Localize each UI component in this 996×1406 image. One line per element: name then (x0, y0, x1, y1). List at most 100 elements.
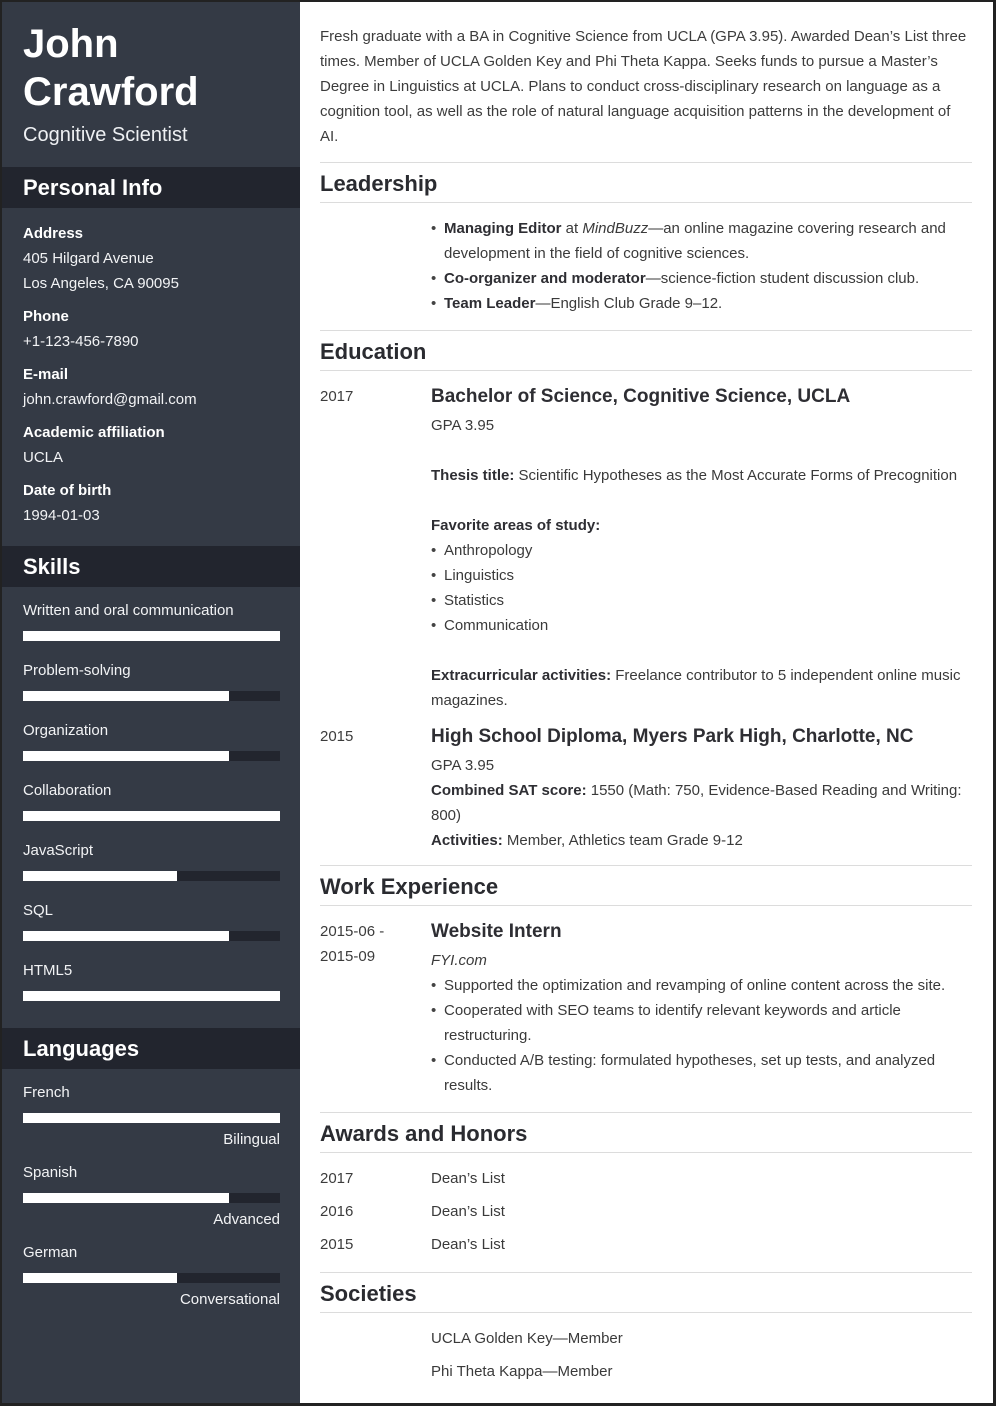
language-name: German (23, 1244, 78, 1261)
awards-section: Awards and Honors 2017 Dean’s List 2016 Dea… (320, 1112, 972, 1272)
skill-item: HTML5 (23, 958, 282, 1001)
language-bar-fill (23, 1113, 280, 1123)
activities-label: Activities: (431, 832, 503, 849)
personal-info: Address 405 Hilgard Avenue Los Angeles, … (2, 208, 300, 546)
field-label: Address (23, 225, 84, 242)
language-bar-fill (23, 1193, 229, 1203)
languages-list: French Bilingual Spanish Advanced German Conv… (2, 1069, 300, 1330)
award-item: 2016 Dean’s List (320, 1199, 972, 1224)
field-value: +1-123-456-7890 (23, 333, 139, 350)
resume-page: John Crawford Cognitive Scientist Person… (0, 0, 996, 1406)
award-name: Dean’s List (431, 1203, 505, 1220)
language-item: French Bilingual (23, 1080, 282, 1152)
entry-date: 2017 (320, 388, 354, 405)
skill-bar (23, 931, 280, 941)
skill-bar-fill (23, 871, 178, 881)
societies-section: Societies UCLA Golden Key—Member Phi Thet… (320, 1272, 972, 1406)
section-title: Societies (320, 1273, 972, 1313)
sat-score: Combined SAT score: 1550 (Math: 750, Evi… (431, 782, 962, 824)
areas-list: AnthropologyLinguisticsStatisticsCommuni… (431, 538, 972, 638)
award-year: 2017 (320, 1170, 354, 1187)
skill-item: Problem-solving (23, 658, 282, 701)
study-area: Communication (431, 613, 972, 638)
language-bar (23, 1273, 280, 1283)
field-label: Phone (23, 308, 69, 325)
thesis: Thesis title: Scientific Hypotheses as t… (431, 463, 972, 488)
field-label: Academic affiliation (23, 424, 165, 441)
education-entry: 2017 Bachelor of Science, Cognitive Scie… (320, 384, 972, 713)
section-title: Awards and Honors (320, 1113, 972, 1153)
skill-name: HTML5 (23, 962, 73, 979)
company: FYI.com (431, 952, 487, 969)
skill-bar (23, 991, 280, 1001)
award-name: Dean’s List (431, 1170, 505, 1187)
skill-item: Collaboration (23, 778, 282, 821)
language-item: German Conversational (23, 1240, 282, 1312)
skill-name: Organization (23, 722, 109, 739)
award-name: Dean’s List (431, 1236, 505, 1253)
society-item: UCLA Golden Key—Member (431, 1330, 623, 1347)
skill-item: JavaScript (23, 838, 282, 881)
phone-field: Phone +1-123-456-7890 (23, 304, 279, 354)
skill-bar-fill (23, 631, 280, 641)
skill-bar (23, 691, 280, 701)
leadership-item: Co-organizer and moderator—science-ficti… (431, 266, 972, 291)
language-level: Conversational (179, 1291, 280, 1308)
skill-item: SQL (23, 898, 282, 941)
study-area: Anthropology (431, 538, 972, 563)
activities: Activities: Member, Athletics team Grade… (431, 832, 743, 849)
skill-name: SQL (23, 902, 54, 919)
main-content: Fresh graduate with a BA in Cognitive Sc… (300, 2, 993, 1403)
societies-list: UCLA Golden Key—Member Phi Theta Kappa—Me… (320, 1313, 972, 1406)
personal-info-heading: Personal Info (2, 167, 300, 208)
awards-list: 2017 Dean’s List 2016 Dean’s List 2015 Dean’s… (320, 1153, 972, 1272)
field-value: Los Angeles, CA 90095 (23, 275, 179, 292)
thesis-label: Thesis title: (431, 467, 515, 484)
gpa: GPA 3.95 (431, 417, 495, 434)
award-item: 2015 Dean’s List (320, 1232, 972, 1257)
skill-bar-fill (23, 991, 280, 1001)
award-year: 2015 (320, 1236, 354, 1253)
study-area: Linguistics (431, 563, 972, 588)
skill-bar (23, 751, 280, 761)
work-bullet: Cooperated with SEO teams to identify re… (431, 998, 972, 1048)
extracurricular: Extracurricular activities: Freelance co… (431, 663, 972, 713)
profile-summary: Fresh graduate with a BA in Cognitive Sc… (320, 28, 967, 145)
address-field: Address 405 Hilgard Avenue Los Angeles, … (23, 221, 279, 296)
thesis-title: Scientific Hypotheses as the Most Accura… (514, 467, 958, 484)
skill-bar-fill (23, 751, 229, 761)
first-name: John (23, 22, 119, 66)
language-bar (23, 1113, 280, 1123)
degree-title: High School Diploma, Myers Park High, Ch… (431, 726, 914, 747)
entry-date: 2015 (320, 728, 354, 745)
leadership-list: Managing Editor at MindBuzz—an online ma… (431, 216, 972, 316)
email-field: E-mail john.crawford@gmail.com (23, 362, 279, 412)
skill-name: Problem-solving (23, 662, 131, 679)
language-bar-fill (23, 1273, 178, 1283)
skill-bar (23, 631, 280, 641)
work-entry: 2015-06 - 2015-09 Website Intern FYI.com… (320, 919, 972, 1098)
skill-item: Written and oral communication (23, 598, 282, 641)
skill-name: JavaScript (23, 842, 94, 859)
skill-bar-fill (23, 811, 280, 821)
language-level: Bilingual (223, 1131, 280, 1148)
skill-name: Written and oral communication (23, 602, 234, 619)
job-position: Website Intern (431, 921, 562, 942)
section-title: Work Experience (320, 866, 972, 906)
section-title: Education (320, 331, 972, 371)
affiliation-field: Academic affiliation UCLA (23, 420, 279, 470)
field-value: UCLA (23, 449, 64, 466)
degree-title: Bachelor of Science, Cognitive Science, … (431, 386, 851, 407)
skill-bar (23, 811, 280, 821)
field-label: E-mail (23, 366, 69, 383)
sidebar: John Crawford Cognitive Scientist Person… (2, 2, 300, 1403)
role: Managing Editor (444, 220, 562, 237)
skill-bar-fill (23, 931, 229, 941)
education-section: Education 2017 Bachelor of Science, Cogn… (320, 330, 972, 865)
candidate-name: John Crawford (2, 2, 300, 116)
field-label: Date of birth (23, 482, 112, 499)
languages-heading: Languages (2, 1028, 300, 1069)
skills-list: Written and oral communication Problem-so… (2, 587, 300, 1028)
language-bar (23, 1193, 280, 1203)
areas-label: Favorite areas of study: (431, 517, 601, 534)
